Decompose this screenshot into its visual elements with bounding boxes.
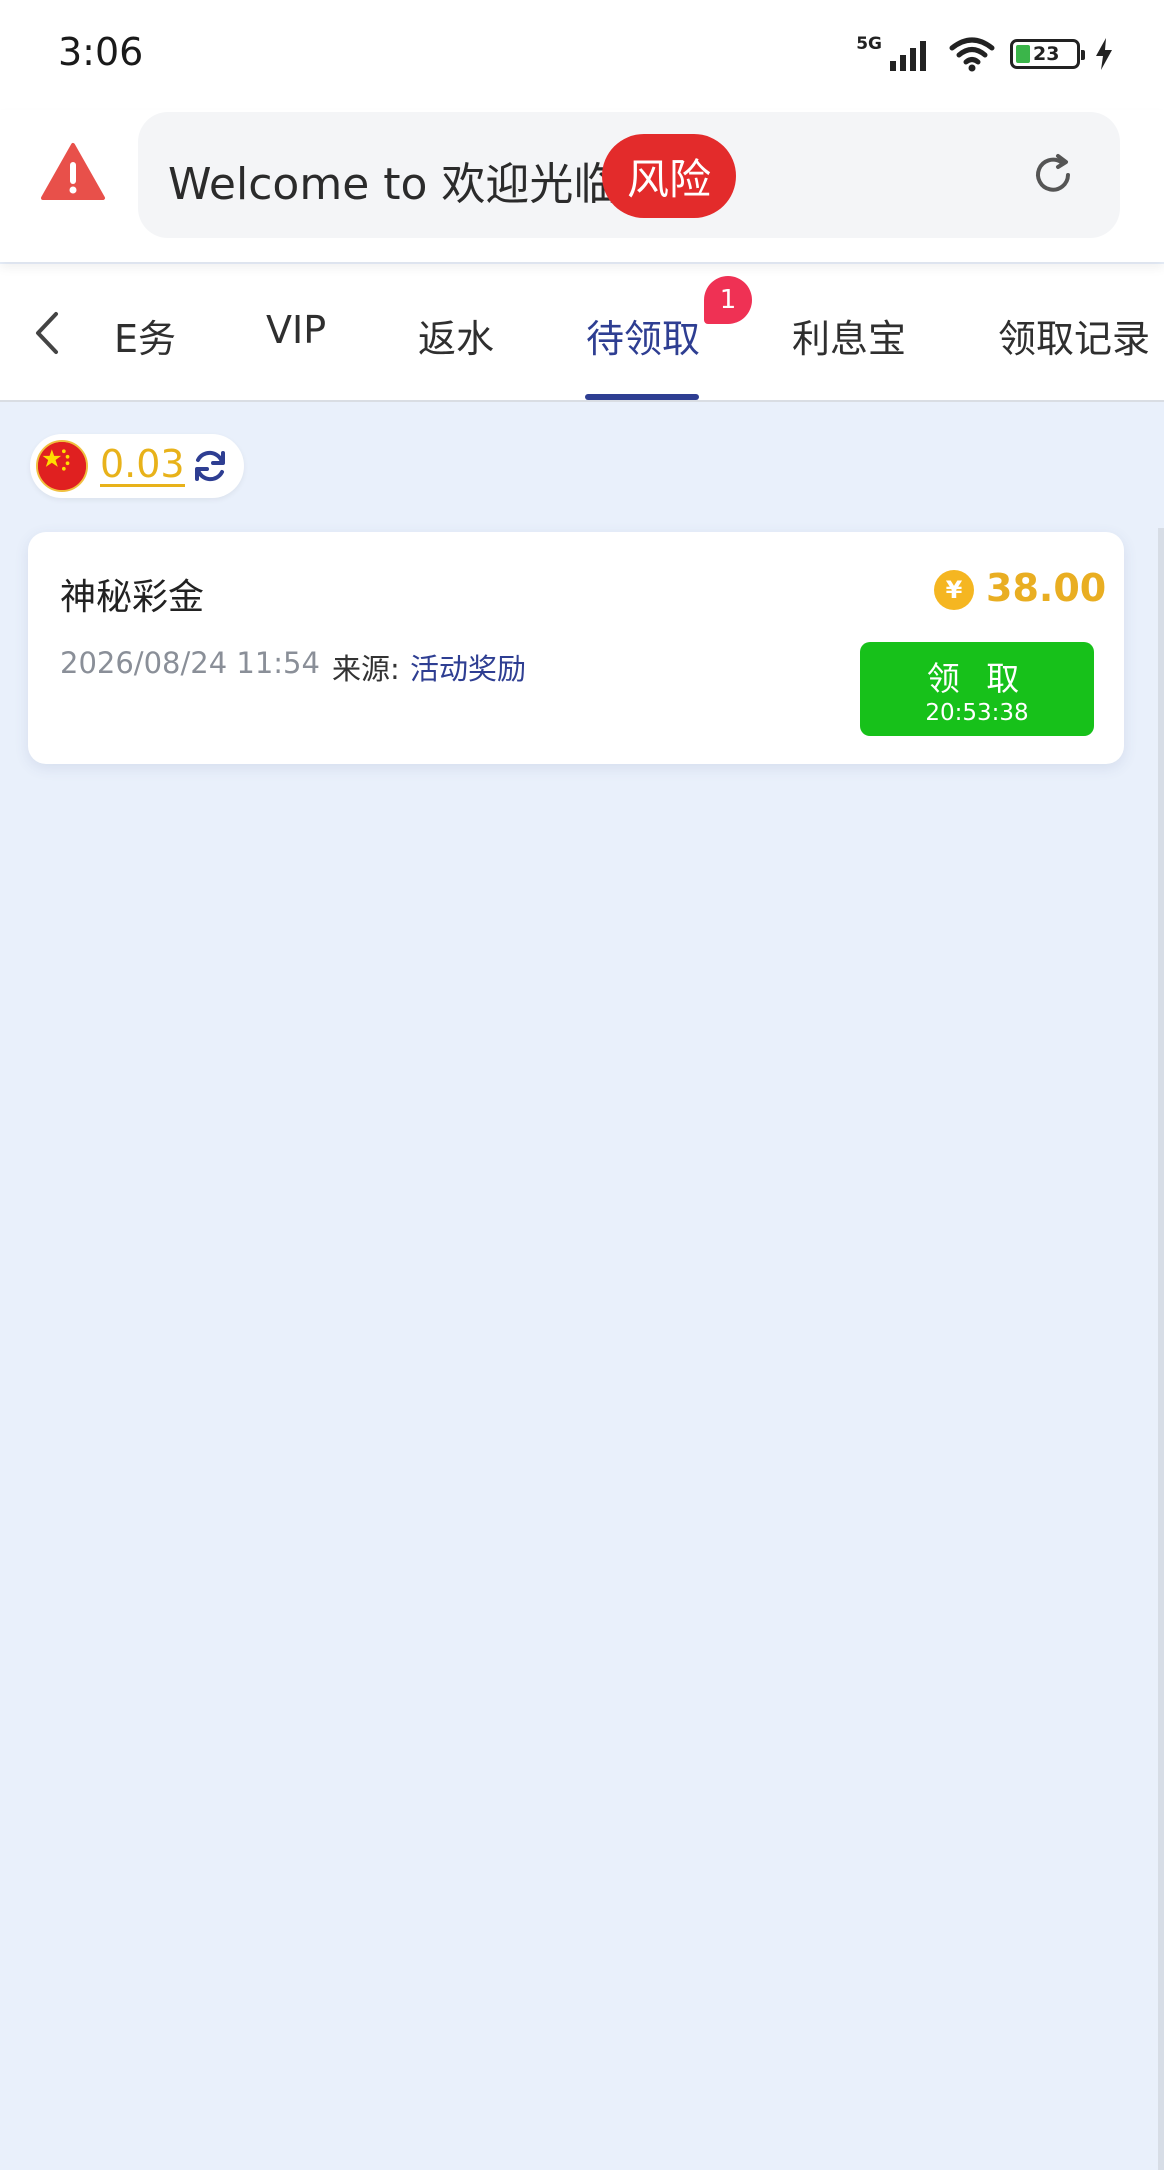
- reload-icon[interactable]: [1028, 150, 1078, 200]
- reward-title: 神秘彩金: [60, 577, 205, 618]
- risk-badge[interactable]: 风险: [602, 134, 736, 218]
- network-label: 5G: [856, 34, 882, 54]
- tab-pending-claim[interactable]: 待领取: [586, 308, 700, 363]
- balance-pill: 0.03: [30, 434, 244, 498]
- reward-card: 神秘彩金 2026/08/24 11:54 来源: 活动奖励 ¥ 38.00 领…: [28, 532, 1124, 764]
- china-flag-icon: [36, 440, 88, 492]
- url-text[interactable]: Welcome to 欢迎光临: [168, 148, 617, 212]
- claim-button-label[interactable]: 领 取: [860, 652, 1094, 700]
- status-bar: 3:06 5G 23: [0, 0, 1164, 110]
- wifi-icon: [949, 37, 995, 72]
- status-icons: 5G 23: [856, 32, 1114, 76]
- tab-claim-history[interactable]: 领取记录: [998, 308, 1150, 363]
- tab-tasks[interactable]: E务: [114, 308, 176, 363]
- address-bar-row: Welcome to 欢迎光临 风险: [0, 110, 1164, 262]
- charging-icon: [1096, 38, 1112, 70]
- tab-vip[interactable]: VIP: [266, 308, 326, 352]
- yuan-coin-icon: ¥: [934, 570, 974, 610]
- scrollbar[interactable]: [1158, 528, 1164, 2170]
- status-time: 3:06: [58, 30, 144, 74]
- battery-fill: [1016, 45, 1030, 63]
- chevron-left-icon[interactable]: [28, 308, 68, 358]
- claim-button[interactable]: 领 取 20:53:38: [860, 642, 1094, 736]
- tab-badge: 1: [704, 276, 752, 324]
- battery-level: 23: [1033, 43, 1060, 65]
- tab-interest[interactable]: 利息宝: [792, 308, 906, 363]
- active-tab-indicator: [585, 394, 699, 400]
- reward-source-value: 活动奖励: [410, 652, 527, 686]
- tab-bar: E务 VIP 返水 待领取 1 利息宝 领取记录: [0, 264, 1164, 402]
- balance-value: 0.03: [100, 442, 185, 487]
- reward-amount: 38.00: [986, 566, 1107, 610]
- tab-rebate[interactable]: 返水: [418, 308, 494, 363]
- reward-date: 2026/08/24 11:54: [60, 646, 320, 680]
- signal-icon: [890, 41, 926, 71]
- warning-icon[interactable]: [40, 142, 106, 202]
- address-field[interactable]: Welcome to 欢迎光临 风险: [138, 112, 1120, 238]
- refresh-icon[interactable]: [190, 446, 230, 486]
- reward-source-label: 来源:: [332, 652, 400, 686]
- claim-countdown: 20:53:38: [925, 700, 1029, 726]
- battery-icon: 23: [1010, 39, 1085, 69]
